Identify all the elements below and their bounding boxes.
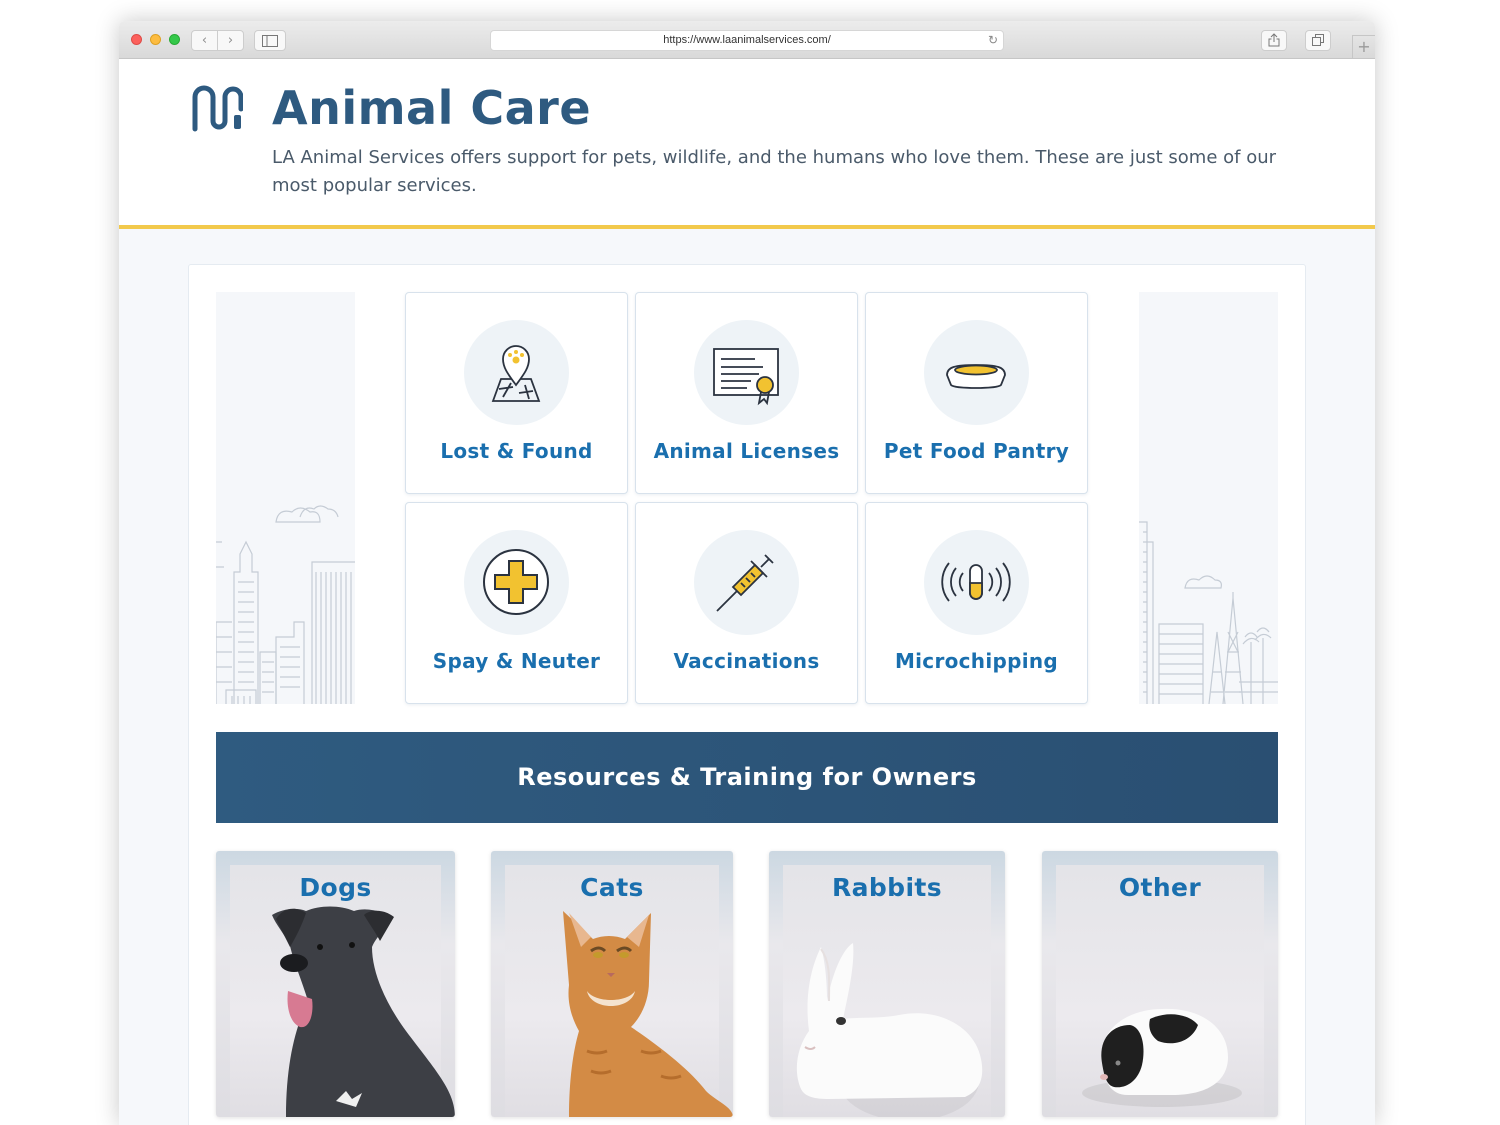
- pet-bowl-icon: [946, 364, 1006, 389]
- service-label: Spay & Neuter: [432, 649, 601, 673]
- share-icon: [1268, 33, 1280, 47]
- services-panel: Lost & Found Animal Licenses Pet Food Pa…: [188, 264, 1306, 1125]
- microchip-icon: [941, 562, 1011, 602]
- service-tile-microchipping[interactable]: Microchipping: [865, 502, 1088, 704]
- page-intro: LA Animal Services offers support for pe…: [272, 147, 1277, 196]
- url-text: https://www.laanimalservices.com/: [663, 34, 831, 46]
- city-skyline-illustration-right: [1139, 292, 1278, 704]
- maximize-window-button[interactable]: [169, 34, 180, 45]
- resource-card-cats[interactable]: Cats: [491, 851, 733, 1117]
- page-header: Animal Care LA Animal Services offers su…: [119, 59, 1375, 229]
- tabs-icon: [1312, 34, 1324, 46]
- forward-button[interactable]: ›: [217, 30, 244, 51]
- main-content: Lost & Found Animal Licenses Pet Food Pa…: [119, 229, 1375, 1125]
- service-label: Animal Licenses: [653, 439, 840, 463]
- service-tile-spay-neuter[interactable]: Spay & Neuter: [405, 502, 628, 704]
- certificate-icon: [713, 348, 779, 406]
- resource-card-label: Other: [1118, 873, 1202, 902]
- service-label: Lost & Found: [440, 439, 593, 463]
- page-title: Animal Care: [272, 81, 592, 135]
- sidebar-toggle-button[interactable]: [254, 30, 286, 51]
- sidebar-icon: [262, 35, 278, 47]
- service-tile-lost-found[interactable]: Lost & Found: [405, 292, 628, 494]
- service-tile-vaccinations[interactable]: Vaccinations: [635, 502, 858, 704]
- browser-toolbar: ‹ › https://www.laanimalservices.com/ ↻ …: [119, 21, 1375, 59]
- syringe-icon: [716, 554, 774, 612]
- resource-card-rabbits[interactable]: Rabbits: [769, 851, 1005, 1117]
- leash-logo-icon: [192, 85, 243, 132]
- new-tab-button[interactable]: +: [1352, 35, 1375, 59]
- minimize-window-button[interactable]: [150, 34, 161, 45]
- service-label: Microchipping: [894, 649, 1059, 673]
- resource-card-label: Dogs: [299, 873, 372, 902]
- resources-banner: Resources & Training for Owners: [216, 732, 1278, 823]
- service-tile-animal-licenses[interactable]: Animal Licenses: [635, 292, 858, 494]
- service-tile-pet-food-pantry[interactable]: Pet Food Pantry: [865, 292, 1088, 494]
- resource-card-label: Rabbits: [831, 873, 943, 902]
- reload-icon[interactable]: ↻: [988, 31, 998, 50]
- resource-card-other[interactable]: Other: [1042, 851, 1278, 1117]
- address-bar[interactable]: https://www.laanimalservices.com/ ↻: [490, 30, 1004, 51]
- share-button[interactable]: [1261, 30, 1287, 51]
- service-label: Pet Food Pantry: [883, 439, 1070, 463]
- close-window-button[interactable]: [131, 34, 142, 45]
- resource-card-label: Cats: [580, 873, 644, 902]
- browser-window: ‹ › https://www.laanimalservices.com/ ↻ …: [119, 21, 1375, 1125]
- resource-card-dogs[interactable]: Dogs: [216, 851, 455, 1117]
- city-skyline-illustration-left: [216, 292, 355, 704]
- service-label: Vaccinations: [673, 649, 820, 673]
- medical-cross-icon: [483, 549, 549, 615]
- back-button[interactable]: ‹: [191, 30, 218, 51]
- map-pin-paw-icon: [491, 345, 541, 402]
- tabs-overview-button[interactable]: [1305, 30, 1331, 51]
